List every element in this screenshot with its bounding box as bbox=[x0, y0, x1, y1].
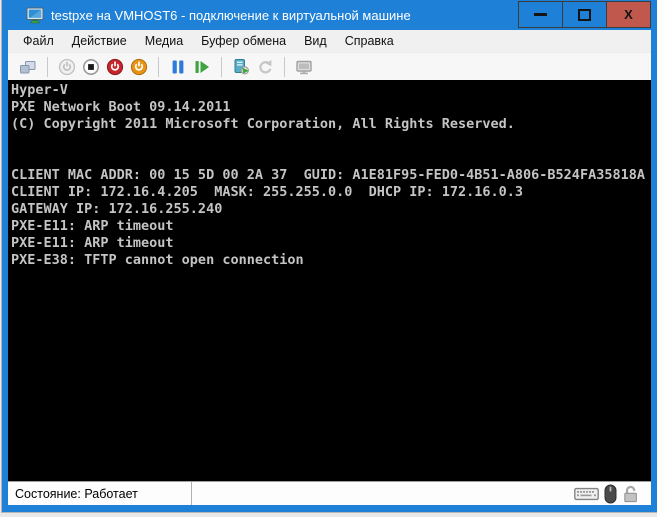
revert-button bbox=[253, 55, 277, 79]
menu-item-0[interactable]: Файл bbox=[14, 31, 63, 51]
toolbar-separator bbox=[158, 57, 159, 77]
toolbar-separator bbox=[284, 57, 285, 77]
minimize-icon bbox=[534, 13, 547, 16]
revert-icon bbox=[256, 58, 274, 76]
status-bar: Состояние: Работает bbox=[8, 481, 651, 505]
reset-button[interactable] bbox=[190, 55, 214, 79]
toolbar-group bbox=[229, 55, 277, 79]
client-area: ФайлДействиеМедиаБуфер обменаВидСправка … bbox=[8, 30, 651, 505]
window-title: testpxe на VMHOST6 - подключение к вирту… bbox=[51, 8, 411, 23]
mouse-icon bbox=[604, 484, 617, 504]
menu-item-1[interactable]: Действие bbox=[63, 31, 136, 51]
enhanced-session-icon bbox=[295, 58, 313, 76]
menu-item-3[interactable]: Буфер обмена bbox=[192, 31, 295, 51]
toolbar-group bbox=[166, 55, 214, 79]
toolbar-separator bbox=[47, 57, 48, 77]
vm-console-screen[interactable]: Hyper-V PXE Network Boot 09.14.2011 (C) … bbox=[8, 80, 651, 481]
maximize-icon bbox=[578, 9, 591, 21]
menu-item-5[interactable]: Справка bbox=[336, 31, 403, 51]
menu-item-4[interactable]: Вид bbox=[295, 31, 336, 51]
keyboard-icon bbox=[574, 486, 599, 502]
statusbar-indicators bbox=[574, 484, 639, 504]
shut-down-button[interactable] bbox=[103, 55, 127, 79]
titlebar[interactable]: testpxe на VMHOST6 - подключение к вирту… bbox=[8, 0, 651, 30]
vmconnect-app-icon bbox=[26, 6, 44, 24]
save-button[interactable] bbox=[127, 55, 151, 79]
turn-off-button[interactable] bbox=[79, 55, 103, 79]
start-button bbox=[55, 55, 79, 79]
shut-down-icon bbox=[106, 58, 124, 76]
vm-connection-window: testpxe на VMHOST6 - подключение к вирту… bbox=[2, 0, 657, 512]
vm-state-label: Состояние: Работает bbox=[8, 487, 191, 501]
checkpoint-icon bbox=[232, 58, 250, 76]
start-icon bbox=[58, 58, 76, 76]
maximize-button[interactable] bbox=[562, 1, 607, 28]
turn-off-icon bbox=[82, 58, 100, 76]
ctrl-alt-del-icon bbox=[19, 58, 37, 76]
close-icon: X bbox=[624, 8, 633, 21]
toolbar-group bbox=[292, 55, 316, 79]
toolbar bbox=[8, 52, 651, 80]
statusbar-separator bbox=[191, 482, 192, 505]
pause-button[interactable] bbox=[166, 55, 190, 79]
save-icon bbox=[130, 58, 148, 76]
ctrl-alt-del-button[interactable] bbox=[16, 55, 40, 79]
checkpoint-button[interactable] bbox=[229, 55, 253, 79]
menu-item-2[interactable]: Медиа bbox=[136, 31, 192, 51]
toolbar-group bbox=[55, 55, 151, 79]
window-controls: X bbox=[519, 1, 651, 28]
menu-bar: ФайлДействиеМедиаБуфер обменаВидСправка bbox=[8, 30, 651, 52]
toolbar-separator bbox=[221, 57, 222, 77]
unlock-icon bbox=[622, 484, 639, 503]
reset-icon bbox=[193, 58, 211, 76]
toolbar-group bbox=[16, 55, 40, 79]
pause-icon bbox=[169, 58, 187, 76]
minimize-button[interactable] bbox=[518, 1, 563, 28]
close-button[interactable]: X bbox=[606, 1, 651, 28]
enhanced-session-button bbox=[292, 55, 316, 79]
